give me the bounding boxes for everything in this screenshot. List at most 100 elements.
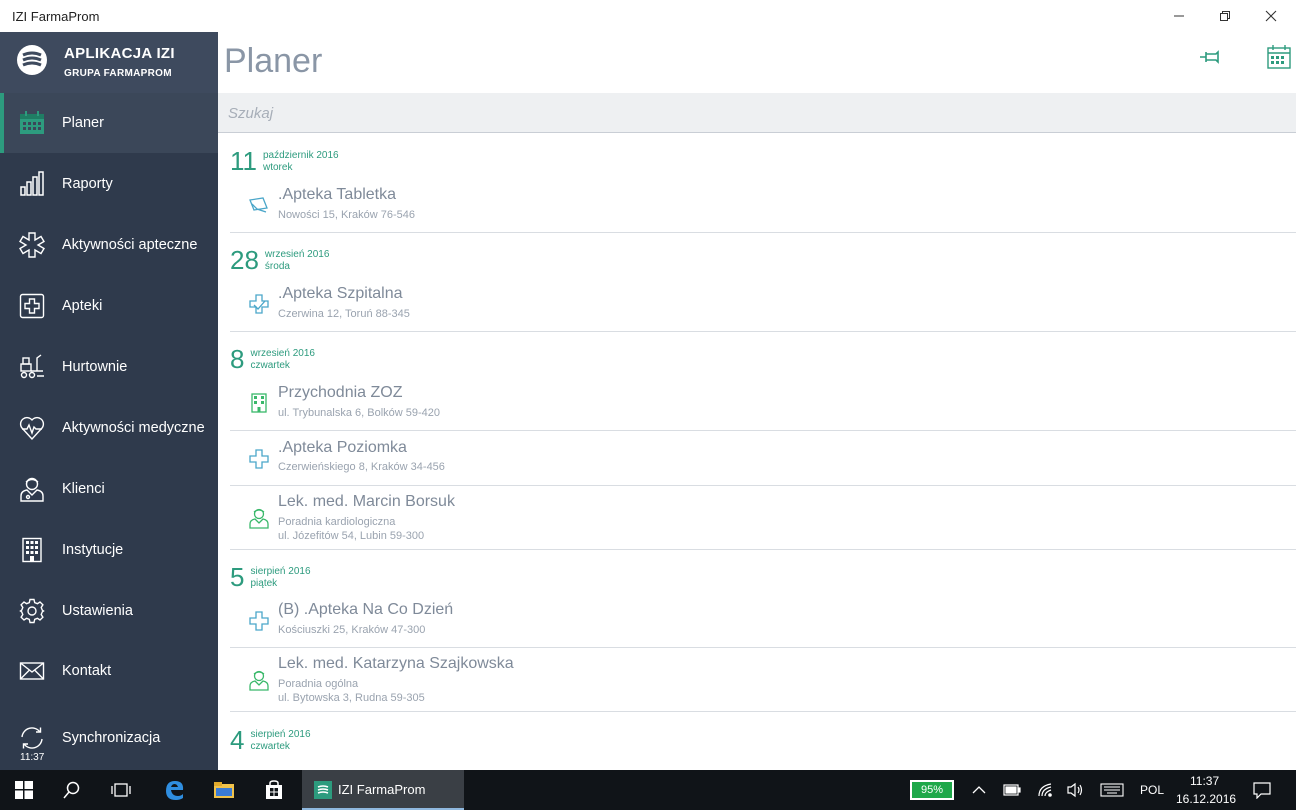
date-header: 8 wrzesień 2016 czwartek [230,344,315,374]
sidebar-item-hurtownie[interactable]: Hurtownie [0,337,218,397]
entry-name: .Apteka Poziomka [278,439,407,456]
sync-time: 11:37 [20,752,45,763]
entry-name: .Apteka Szpitalna [278,285,403,302]
clock-time[interactable]: 11:37 [1190,774,1219,788]
entry-address: ul. Józefitów 54, Lubin 59-300 [278,530,425,542]
date-info: wrzesień 2016 czwartek [250,348,314,372]
date-day: 28 [230,245,259,275]
entry-address: ul. Bytowska 3, Rudna 59-305 [278,692,425,704]
volume-icon[interactable] [1066,782,1084,798]
entry-subtitle: Poradnia ogólna [278,678,359,690]
list-item[interactable]: Lek. med. Marcin Borsuk Poradnia kardiol… [230,487,1296,550]
task-view-button[interactable] [97,770,145,810]
language-indicator[interactable]: POL [1140,783,1164,797]
list-item[interactable]: .Apteka Poziomka Czerwieńskiego 8, Krakó… [230,432,1296,486]
gear-icon [19,598,45,624]
taskbar: IZI FarmaProm 95% POL 11:37 16.12.2016 [0,770,1296,810]
file-explorer-button[interactable] [200,770,248,810]
clinic-building-icon [251,393,267,413]
sidebar-item-planer[interactable]: Planer [0,93,218,153]
list-item[interactable]: Przychodnia ZOZ ul. Trybunalska 6, Bolkó… [230,374,1296,431]
date-day: 5 [230,562,245,592]
hospital-cross-icon [249,294,269,314]
task-view-icon [111,783,131,797]
search-button[interactable] [48,770,96,810]
sidebar-item-klienci[interactable]: Klienci [0,459,218,519]
entry-address: ul. Trybunalska 6, Bolków 59-420 [278,407,441,419]
search-bar [218,93,1296,133]
sidebar: APLIKACJA IZI GRUPA FARMAPROM Planer Rap… [0,32,218,770]
sidebar-item-apteki[interactable]: Apteki [0,276,218,336]
pharmacy-cross-icon [249,449,269,469]
store-button[interactable] [250,770,298,810]
sidebar-item-label: Instytucje [62,542,124,558]
close-icon [1265,10,1277,22]
list-item[interactable]: Lek. med. Katarzyna Szajkowska Poradnia … [230,649,1296,712]
date-month-year: wrzesień 2016 [264,249,330,260]
sidebar-item-label: Synchronizacja [62,730,161,746]
app-header: APLIKACJA IZI GRUPA FARMAPROM [0,32,218,93]
date-month-year: październik 2016 [263,150,339,161]
entry-name: Lek. med. Marcin Borsuk [278,493,455,510]
minimize-icon [1174,15,1184,17]
date-header: 28 wrzesień 2016 środa [230,245,329,275]
pin-icon[interactable] [1198,44,1224,70]
search-input[interactable] [228,101,1228,125]
sidebar-item-label: Planer [62,115,104,131]
store-bag-icon [266,780,282,799]
entry-subtitle: Poradnia kardiologiczna [278,516,396,528]
clock-date[interactable]: 16.12.2016 [1176,792,1236,806]
edge-browser-button[interactable] [150,770,198,810]
wifi-icon[interactable] [1037,782,1055,798]
battery-indicator[interactable]: 95% [910,780,954,800]
date-weekday: środa [264,261,290,272]
date-info: sierpień 2016 czwartek [250,729,310,753]
restore-button[interactable] [1202,0,1248,32]
keyboard-icon[interactable] [1100,782,1124,798]
list-item[interactable]: .Apteka Tabletka Nowości 15, Kraków 76-5… [230,176,1296,233]
date-day: 8 [230,344,245,374]
heart-pulse-icon [19,416,45,441]
start-button[interactable] [0,770,48,810]
sidebar-item-aktywnosci-apteczne[interactable]: Aktywności apteczne [0,215,218,275]
doctor-icon [249,508,269,529]
pharmacy-cross-icon [19,293,45,319]
sidebar-item-label: Raporty [62,176,113,192]
chevron-up-icon[interactable] [972,784,986,796]
sidebar-item-ustawienia[interactable]: Ustawienia [0,581,218,641]
sidebar-item-raporty[interactable]: Raporty [0,154,218,214]
close-button[interactable] [1248,0,1294,32]
forklift-icon [20,354,44,379]
sidebar-item-label: Kontakt [62,663,112,679]
entry-name: (B) .Apteka Na Co Dzień [278,601,454,618]
search-icon [63,781,80,799]
list-item[interactable]: (B) .Apteka Na Co Dzień Kościuszki 25, K… [230,592,1296,648]
battery-icon[interactable] [1003,784,1021,796]
date-month-year: wrzesień 2016 [250,348,315,359]
sidebar-item-instytucje[interactable]: Instytucje [0,520,218,580]
date-day: 4 [230,725,245,755]
sidebar-item-kontakt[interactable]: Kontakt [0,641,218,701]
title-bar: IZI FarmaProm [0,0,1296,32]
sidebar-item-label: Klienci [62,481,105,497]
date-header: 5 sierpień 2016 piątek [230,562,311,592]
date-weekday: wtorek [263,162,293,173]
minimize-button[interactable] [1156,0,1202,32]
sidebar-item-aktywnosci-medyczne[interactable]: Aktywności medyczne [0,398,218,458]
action-center-icon[interactable] [1253,781,1271,799]
sync-icon [21,727,43,749]
date-weekday: czwartek [250,360,290,371]
list-item[interactable]: .Apteka Szpitalna Czerwina 12, Toruń 88-… [230,275,1296,332]
restore-icon [1220,11,1230,21]
calendar-view-icon[interactable] [1266,44,1292,70]
app-logo-icon [17,45,47,75]
sidebar-item-label: Apteki [62,298,103,314]
date-month-year: sierpień 2016 [250,729,311,740]
date-header: 11 październik 2016 wtorek [230,146,339,176]
page-title: Planer [224,42,323,80]
date-month-year: sierpień 2016 [250,566,311,577]
entry-address: Kościuszki 25, Kraków 47-300 [278,624,426,636]
entry-address: Nowości 15, Kraków 76-546 [278,209,415,221]
sidebar-item-label: Ustawienia [62,603,133,619]
taskbar-app-izi[interactable]: IZI FarmaProm [302,770,464,810]
